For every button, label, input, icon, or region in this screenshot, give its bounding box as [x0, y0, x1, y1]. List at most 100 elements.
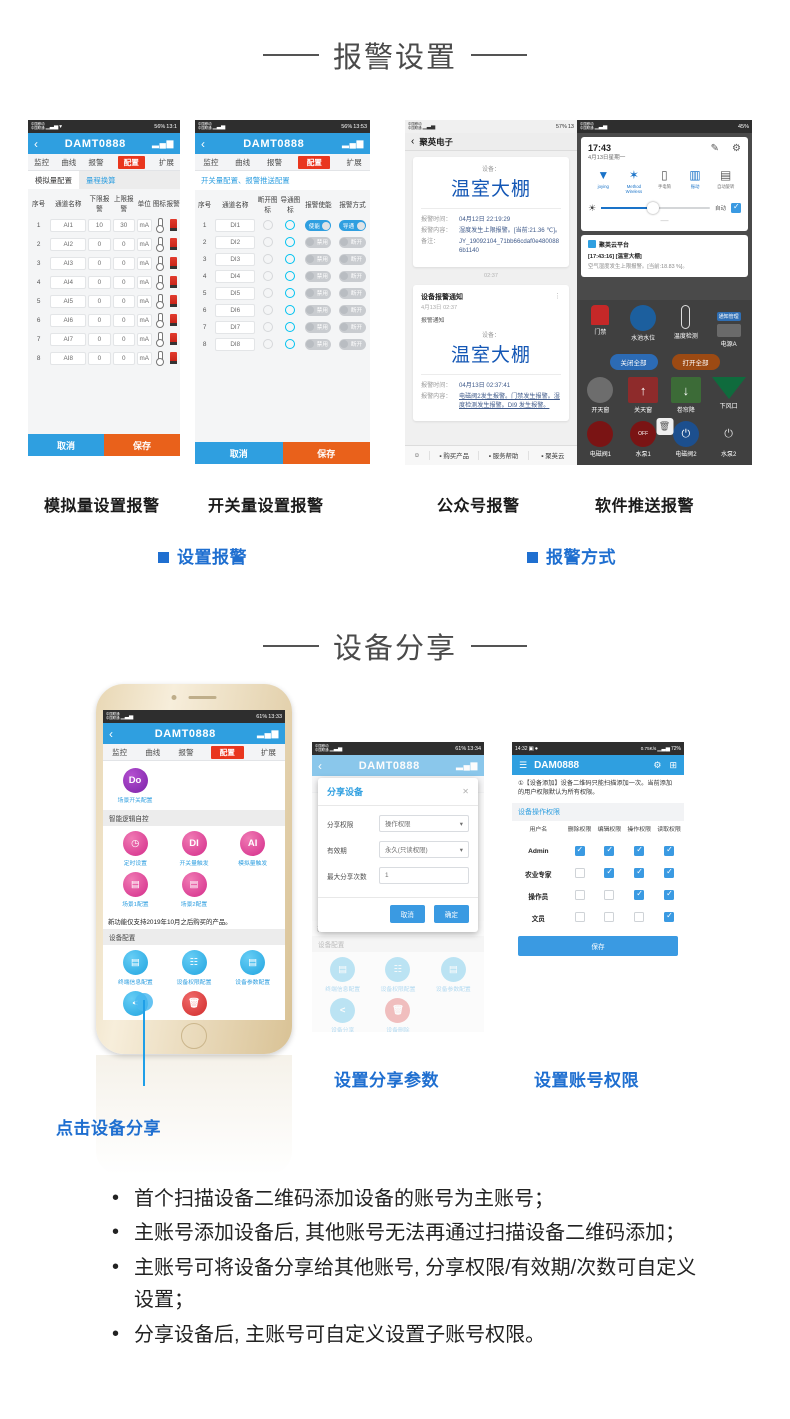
open-all-button[interactable]: 打开全部 [671, 354, 720, 370]
cell-channel[interactable]: DI2 [214, 234, 256, 251]
power-on-icon[interactable] [285, 236, 296, 247]
cell-delete[interactable] [565, 863, 595, 885]
tab-curve[interactable]: 曲线 [227, 157, 259, 168]
unit-input[interactable]: mA [136, 219, 152, 232]
item-device-delete[interactable]: 🗑 设备删除 [165, 991, 224, 1020]
low-input[interactable]: 0 [88, 295, 111, 308]
power-off-icon[interactable] [262, 321, 273, 332]
cell-icon[interactable] [153, 254, 167, 273]
checkbox-operate[interactable] [634, 867, 645, 878]
power-off-icon[interactable] [262, 270, 273, 281]
channel-input[interactable]: AI8 [50, 352, 87, 365]
cell-unit[interactable]: mA [136, 349, 153, 368]
tab-config[interactable]: 配置 [117, 155, 145, 169]
cell-high[interactable]: 0 [112, 292, 136, 311]
cell-read[interactable] [654, 885, 684, 907]
high-input[interactable]: 0 [112, 333, 135, 346]
power-on-icon[interactable] [285, 338, 296, 349]
checkbox-read[interactable] [664, 867, 675, 878]
mode-toggle[interactable]: 断开 [339, 338, 366, 350]
cell-open-icon[interactable] [256, 268, 279, 285]
cell-enable[interactable]: 禁用 [302, 336, 335, 353]
cell-enable[interactable]: 禁用 [302, 302, 335, 319]
checkbox-delete[interactable] [574, 889, 585, 900]
tab-extend[interactable]: 扩展 [338, 157, 370, 168]
keyboard-toggle-icon[interactable]: ☺ [405, 452, 429, 459]
low-input[interactable]: 0 [88, 238, 111, 251]
channel-input[interactable]: DI2 [215, 236, 256, 249]
low-input[interactable]: 0 [88, 276, 111, 289]
cell-enable[interactable]: 使能 [302, 217, 335, 234]
thermometer-icon[interactable] [156, 313, 165, 328]
cell-low[interactable]: 0 [87, 311, 111, 330]
cell-closed-icon[interactable] [279, 251, 302, 268]
cell-enable[interactable]: 禁用 [302, 234, 335, 251]
mode-toggle[interactable]: 断开 [339, 270, 366, 282]
channel-input[interactable]: DI8 [215, 338, 256, 351]
high-input[interactable]: 0 [112, 257, 135, 270]
control-lower-vent[interactable]: 下风口 [707, 377, 750, 414]
cell-edit[interactable] [594, 863, 624, 885]
push-notification[interactable]: 聚英云平台 [17:43:16] [温室大棚] 空气湿度发生上限报警。[当前:1… [581, 234, 748, 277]
item-device-permission[interactable]: ☷ 设备权限配置 [165, 950, 224, 986]
item-scene-switch[interactable]: Do 场景开关配置 [106, 768, 164, 804]
cell-mode[interactable]: 断开 [335, 302, 370, 319]
checkbox-edit[interactable] [604, 867, 615, 878]
cell-alarm[interactable] [166, 235, 180, 254]
cell-mode[interactable]: 断开 [335, 234, 370, 251]
power-on-icon[interactable] [285, 304, 296, 315]
cell-delete[interactable] [565, 907, 595, 929]
max-shares-input[interactable]: 1 [379, 867, 469, 884]
item-scene1-config[interactable]: ▤ 场景1配置 [106, 872, 165, 908]
cell-closed-icon[interactable] [279, 336, 302, 353]
cell-icon[interactable] [153, 216, 167, 235]
cell-low[interactable]: 0 [87, 273, 111, 292]
sensor-temperature[interactable]: 温度检测 [665, 305, 708, 348]
checkbox-delete[interactable] [574, 911, 585, 922]
cell-unit[interactable]: mA [136, 254, 153, 273]
cell-open-icon[interactable] [256, 336, 279, 353]
mode-toggle[interactable]: 断开 [339, 253, 366, 265]
checkbox-edit[interactable] [604, 845, 615, 856]
high-input[interactable]: 0 [112, 295, 135, 308]
tab-config[interactable]: 配置 [210, 745, 244, 759]
low-input[interactable]: 0 [88, 333, 111, 346]
tab-curve[interactable]: 曲线 [136, 747, 169, 758]
save-button[interactable]: 保存 [282, 442, 370, 464]
cell-low[interactable]: 10 [87, 216, 111, 235]
cell-open-icon[interactable] [256, 217, 279, 234]
cell-delete[interactable] [565, 841, 595, 863]
home-button[interactable] [181, 1023, 207, 1049]
cell-alarm[interactable] [166, 273, 180, 292]
cell-operate[interactable] [624, 841, 654, 863]
cell-channel[interactable]: DI7 [214, 319, 256, 336]
cell-enable[interactable]: 禁用 [302, 285, 335, 302]
power-off-icon[interactable] [262, 338, 273, 349]
enable-toggle[interactable]: 使能 [305, 220, 332, 231]
thermometer-icon[interactable] [156, 218, 165, 233]
auto-brightness-checkbox[interactable] [731, 202, 741, 214]
quick-tile-vibrate[interactable]: ▥ 振动 [680, 169, 711, 195]
channel-input[interactable]: DI3 [215, 253, 256, 266]
cell-edit[interactable] [594, 907, 624, 929]
cell-alarm[interactable] [166, 330, 180, 349]
gear-icon[interactable]: ⚙ [732, 143, 741, 154]
control-valve-1[interactable]: 电磁阀1 [579, 421, 622, 458]
cell-read[interactable] [654, 841, 684, 863]
cell-high[interactable]: 0 [112, 273, 136, 292]
alarm-light-icon[interactable] [169, 237, 177, 250]
cell-mode[interactable]: 断开 [335, 319, 370, 336]
cell-icon[interactable] [153, 349, 167, 368]
power-on-icon[interactable] [285, 287, 296, 298]
power-off-icon[interactable] [262, 236, 273, 247]
cell-channel[interactable]: AI5 [49, 292, 87, 311]
tab-extend[interactable]: 扩展 [252, 747, 285, 758]
low-input[interactable]: 0 [88, 314, 111, 327]
cell-mode[interactable]: 导通 [335, 217, 370, 234]
subtab-range-convert[interactable]: 量程换算 [79, 171, 123, 189]
power-on-icon[interactable] [285, 270, 296, 281]
slider-knob[interactable] [646, 202, 659, 215]
cell-alarm[interactable] [166, 311, 180, 330]
cell-channel[interactable]: DI6 [214, 302, 256, 319]
menu-service-help[interactable]: ▪ 服务帮助 [478, 451, 527, 460]
